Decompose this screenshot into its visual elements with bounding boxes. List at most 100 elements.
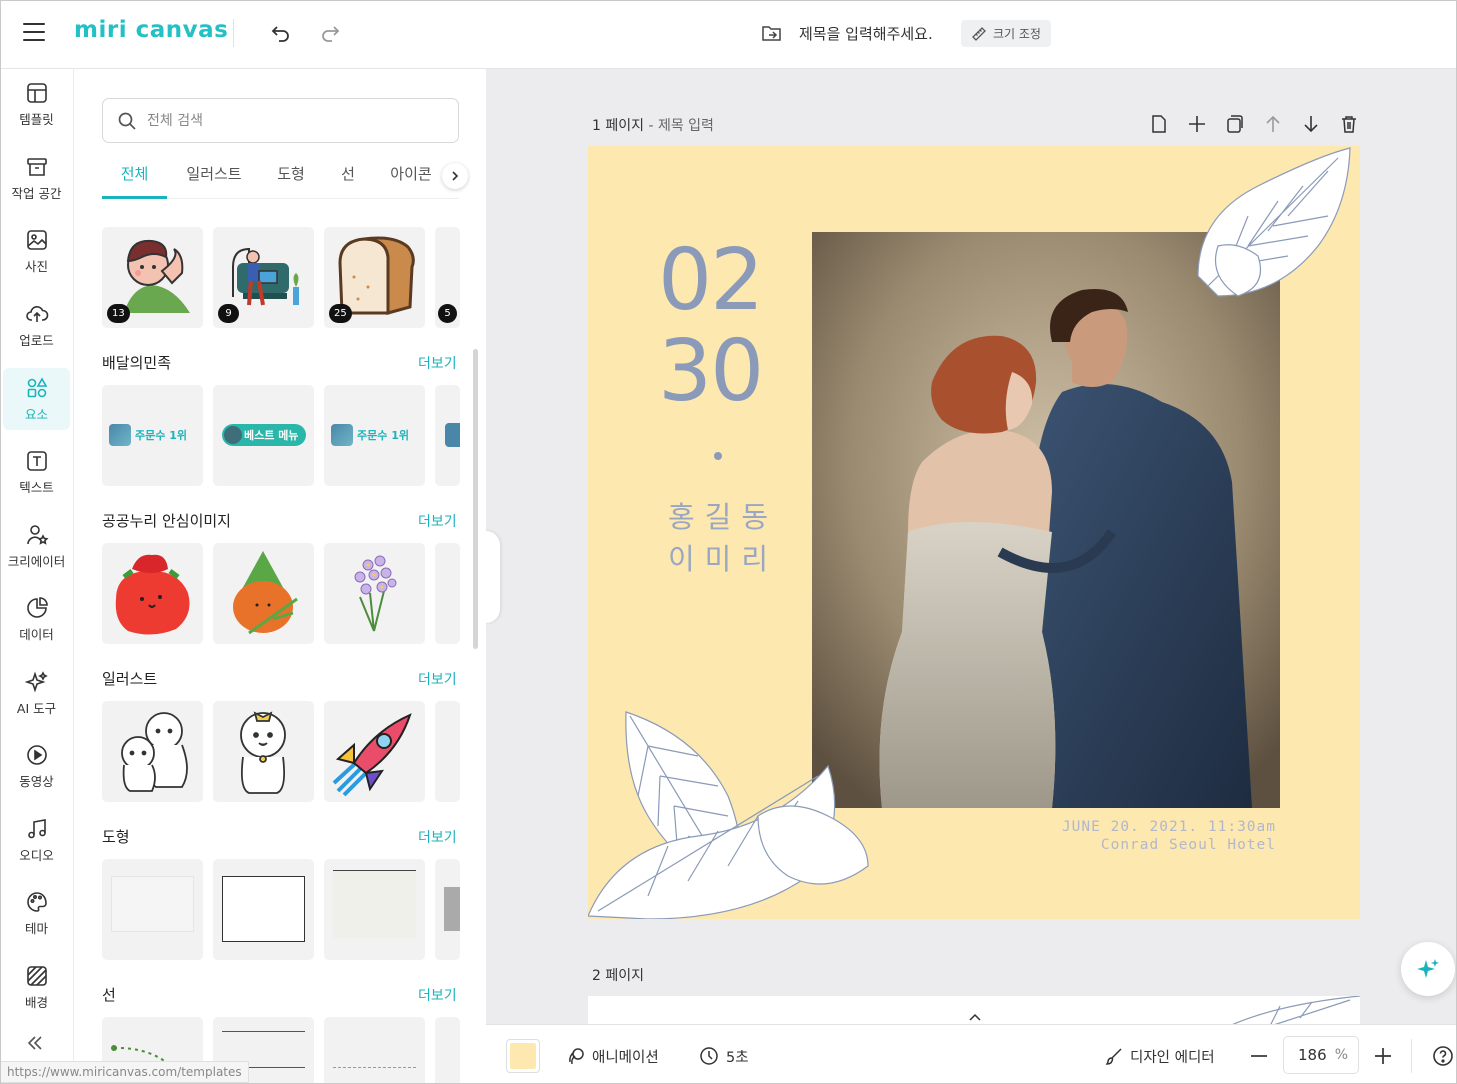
menu-icon[interactable] bbox=[23, 23, 45, 41]
move-down-icon[interactable] bbox=[1300, 113, 1322, 135]
nav-item-template[interactable]: 템플릿 bbox=[3, 73, 70, 135]
design-day[interactable]: 30 bbox=[658, 329, 764, 414]
rocket-illustration bbox=[332, 713, 412, 797]
page-title-input[interactable]: 제목 입력 bbox=[658, 118, 714, 134]
search-input[interactable] bbox=[147, 112, 427, 129]
element-card[interactable] bbox=[435, 701, 460, 802]
play-icon bbox=[26, 744, 47, 765]
illustration-set-card[interactable]: 5 bbox=[435, 227, 460, 328]
tabs-next-button[interactable] bbox=[442, 163, 468, 189]
section-title: 배달의민족 bbox=[102, 354, 172, 372]
line-card[interactable] bbox=[324, 1017, 425, 1083]
nav-item-creator[interactable]: 크리에이터 bbox=[3, 515, 70, 577]
more-link[interactable]: 더보기 bbox=[418, 511, 457, 531]
more-link[interactable]: 더보기 bbox=[418, 669, 457, 689]
nav-item-workspace[interactable]: 작업 공간 bbox=[3, 147, 70, 209]
element-card[interactable] bbox=[213, 543, 314, 644]
zoom-out-icon[interactable] bbox=[1248, 1045, 1270, 1067]
tab-all[interactable]: 전체 bbox=[102, 153, 167, 199]
left-nav: 템플릿 작업 공간 사진 업로드 요소 텍스트 크리에이터 데이터 AI 도구 … bbox=[1, 69, 74, 1083]
tab-shape[interactable]: 도형 bbox=[268, 153, 314, 199]
tab-illustration[interactable]: 일러스트 bbox=[174, 153, 254, 199]
more-link[interactable]: 더보기 bbox=[418, 985, 457, 1005]
timer-icon bbox=[700, 1047, 718, 1065]
illustration-set-card[interactable]: 25 bbox=[324, 227, 425, 328]
nav-item-photo[interactable]: 사진 bbox=[3, 220, 70, 282]
element-card[interactable] bbox=[435, 385, 460, 486]
nav-label: 오디오 bbox=[19, 847, 54, 863]
nav-item-data[interactable]: 데이터 bbox=[3, 588, 70, 650]
panel-resize-handle[interactable] bbox=[486, 531, 500, 623]
element-card[interactable] bbox=[324, 701, 425, 802]
design-name-2[interactable]: 이미리 bbox=[668, 536, 778, 578]
document-title[interactable]: 제목을 입력해주세요. bbox=[799, 23, 933, 44]
expand-pages-button[interactable] bbox=[936, 1007, 1014, 1025]
undo-icon[interactable] bbox=[269, 21, 293, 45]
more-link[interactable]: 더보기 bbox=[418, 827, 457, 847]
element-card[interactable]: 베스트 메뉴 bbox=[213, 385, 314, 486]
duration-button[interactable]: 5초 bbox=[698, 1043, 749, 1069]
zoom-input[interactable]: 186 % bbox=[1283, 1036, 1359, 1074]
tab-line[interactable]: 선 bbox=[328, 153, 368, 199]
nav-item-video[interactable]: 동영상 bbox=[3, 735, 70, 797]
element-card[interactable] bbox=[435, 543, 460, 644]
design-month[interactable]: 02 bbox=[658, 238, 764, 323]
element-card[interactable] bbox=[213, 701, 314, 802]
zoom-in-icon[interactable] bbox=[1372, 1045, 1394, 1067]
canvas-area: 1 페이지 - 제목 입력 02 30 홍길동 이미리 JUNE 20. 202… bbox=[486, 69, 1456, 1083]
illustration-set-card[interactable]: 9 bbox=[213, 227, 314, 328]
background-color-swatch[interactable] bbox=[506, 1039, 540, 1073]
illustration-set-card[interactable]: 13 bbox=[102, 227, 203, 328]
shape-card[interactable] bbox=[324, 859, 425, 960]
element-card[interactable]: 주문수 1위 bbox=[102, 385, 203, 486]
ai-assistant-button[interactable] bbox=[1401, 942, 1455, 996]
new-page-icon[interactable] bbox=[1148, 113, 1170, 135]
line-card[interactable] bbox=[435, 1017, 460, 1083]
move-up-icon[interactable] bbox=[1262, 113, 1284, 135]
section-title: 도형 bbox=[102, 828, 130, 846]
nav-item-elements[interactable]: 요소 bbox=[3, 368, 70, 430]
text-icon bbox=[26, 450, 47, 471]
shape-card[interactable] bbox=[213, 859, 314, 960]
add-page-icon[interactable] bbox=[1186, 113, 1208, 135]
nav-item-background[interactable]: 배경 bbox=[3, 956, 70, 1018]
panel-scrollbar[interactable] bbox=[473, 349, 478, 649]
nav-label: 배경 bbox=[24, 994, 48, 1010]
folder-move-icon[interactable] bbox=[761, 23, 783, 43]
design-editor-button[interactable]: 디자인 에디터 bbox=[1104, 1043, 1215, 1069]
nav-item-text[interactable]: 텍스트 bbox=[3, 441, 70, 503]
design-venue-line-1[interactable]: JUNE 20. 2021. 11:30am bbox=[1062, 819, 1276, 835]
chart-icon bbox=[26, 596, 48, 618]
design-dot bbox=[714, 452, 722, 460]
more-link[interactable]: 더보기 bbox=[418, 353, 457, 373]
element-card[interactable] bbox=[102, 543, 203, 644]
element-card[interactable] bbox=[102, 701, 203, 802]
design-venue-line-2[interactable]: Conrad Seoul Hotel bbox=[1101, 837, 1276, 853]
nav-item-ai-tools[interactable]: AI 도구 bbox=[3, 662, 70, 724]
resize-button[interactable]: 크기 조정 bbox=[961, 20, 1051, 47]
element-card[interactable]: 주문수 1위 bbox=[324, 385, 425, 486]
nav-item-upload[interactable]: 업로드 bbox=[3, 294, 70, 356]
tab-icon[interactable]: 아이콘 bbox=[382, 153, 440, 199]
shape-card[interactable] bbox=[435, 859, 460, 960]
sticker: 주문수 1위 bbox=[109, 424, 187, 446]
delete-page-icon[interactable] bbox=[1338, 113, 1360, 135]
two-puppies-illustration bbox=[121, 712, 188, 792]
animation-button[interactable]: 애니메이션 bbox=[566, 1043, 659, 1069]
nav-item-theme[interactable]: 테마 bbox=[3, 882, 70, 944]
design-page-1[interactable]: 02 30 홍길동 이미리 JUNE 20. 2021. 11:30am Con… bbox=[588, 146, 1360, 919]
duplicate-page-icon[interactable] bbox=[1224, 113, 1246, 135]
logo[interactable]: miri canvas bbox=[74, 17, 228, 43]
page-2-label: 2 페이지 bbox=[592, 968, 644, 984]
redo-icon[interactable] bbox=[318, 21, 342, 45]
help-icon[interactable] bbox=[1431, 1044, 1455, 1068]
nav-item-audio[interactable]: 오디오 bbox=[3, 809, 70, 871]
rectangle-shape bbox=[333, 870, 416, 938]
collapse-icon[interactable] bbox=[23, 1031, 47, 1055]
upload-icon bbox=[25, 305, 48, 322]
design-name-1[interactable]: 홍길동 bbox=[668, 494, 778, 536]
shape-card[interactable] bbox=[102, 859, 203, 960]
search-box[interactable] bbox=[102, 98, 459, 143]
element-card[interactable] bbox=[324, 543, 425, 644]
document-title-area[interactable]: 제목을 입력해주세요. bbox=[761, 19, 933, 47]
